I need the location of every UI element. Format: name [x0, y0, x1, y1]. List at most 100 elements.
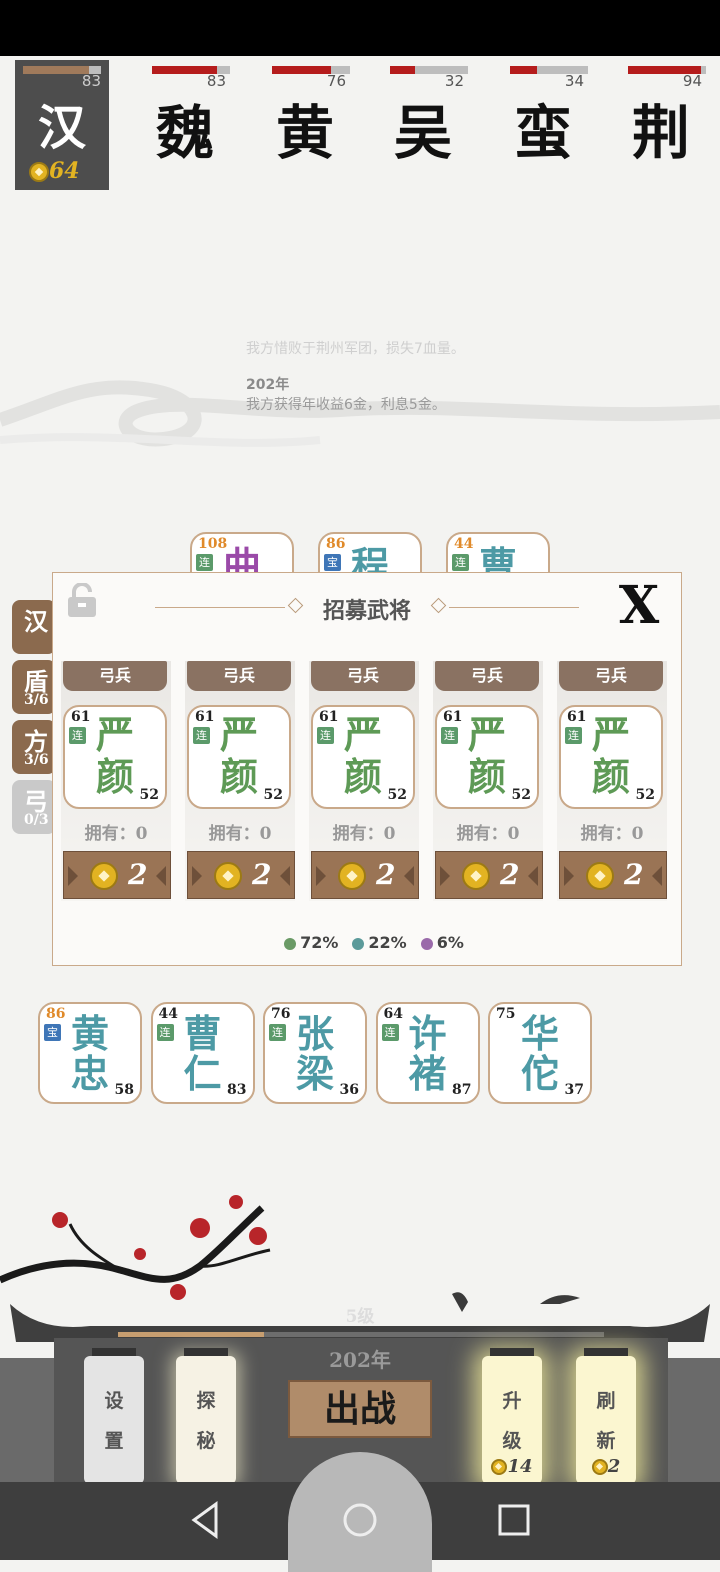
- refresh-button[interactable]: 刷 新 2: [576, 1348, 636, 1492]
- faction-hp-fill: [510, 66, 537, 74]
- roster-card[interactable]: 64 连许褚 87: [375, 1002, 480, 1104]
- general-name-char-1: 华: [520, 1011, 559, 1056]
- recruit-slot: 弓兵 61 连严颜 52 拥有：0 2: [557, 661, 667, 901]
- roster-card[interactable]: 86 宝黄忠 58: [38, 1002, 142, 1104]
- faction-0[interactable]: 83 汉 64: [15, 60, 109, 190]
- faction-1[interactable]: 83 魏: [130, 60, 240, 190]
- general-card[interactable]: 61 连严颜 52: [187, 705, 291, 809]
- coin-icon: [214, 862, 242, 890]
- coin-icon: [591, 1459, 608, 1475]
- faction-name: 魏: [155, 99, 214, 167]
- coin-icon: [462, 862, 490, 890]
- coin-icon: [491, 1459, 508, 1475]
- unit-type-ribbon: 弓兵: [559, 661, 663, 691]
- buy-button[interactable]: 2: [559, 851, 667, 899]
- buy-button[interactable]: 2: [63, 851, 171, 899]
- side-tab-0[interactable]: 汉: [12, 600, 56, 654]
- faction-name: 汉: [37, 100, 86, 156]
- faction-5[interactable]: 94 荆: [606, 60, 716, 190]
- recruit-dialog: 招募武将 X 弓兵 61 连严颜 52 拥有：0 2 弓兵 61 连严颜 52 拥有：0 2 弓兵 61 连…: [52, 572, 682, 966]
- rarity-probabilities: 72% 22% 6%: [53, 933, 681, 952]
- general-power: 52: [387, 787, 407, 803]
- buy-button[interactable]: 2: [435, 851, 543, 899]
- rarity-percent: 72%: [300, 933, 339, 952]
- general-card[interactable]: 61 连严颜 52: [435, 705, 539, 809]
- general-name-char-1: 曹: [183, 1011, 222, 1056]
- side-tab-3[interactable]: 弓 0/3: [12, 780, 56, 834]
- explore-char-1: 探: [196, 1390, 216, 1412]
- owned-count: 拥有：0: [332, 824, 396, 844]
- refresh-cost: 2: [576, 1456, 636, 1477]
- unit-type-ribbon: 弓兵: [311, 661, 415, 691]
- roster-card[interactable]: 75 华佗 37: [488, 1002, 592, 1104]
- side-tab-1[interactable]: 盾 3/6: [12, 660, 56, 714]
- recruit-slot: 弓兵 61 连严颜 52 拥有：0 2: [309, 661, 419, 901]
- fight-button[interactable]: 出战: [288, 1380, 432, 1438]
- coin-icon: [90, 862, 118, 890]
- side-tab-count: 3/6: [24, 752, 49, 768]
- buy-cost: 2: [624, 858, 644, 891]
- title-divider-right: [449, 607, 579, 608]
- roster-card[interactable]: 44 连曹仁 83: [150, 1002, 255, 1104]
- settings-button[interactable]: 设 置: [84, 1348, 144, 1492]
- refresh-char-1: 刷: [596, 1390, 616, 1412]
- faction-hp-fill: [272, 66, 332, 74]
- rarity-percent: 6%: [436, 933, 464, 952]
- owned-count: 拥有：0: [580, 824, 644, 844]
- back-icon[interactable]: [186, 1500, 226, 1540]
- faction-3[interactable]: 32 吴: [368, 60, 478, 190]
- general-card[interactable]: 61 连严颜 52: [63, 705, 167, 809]
- rarity-dot: [284, 937, 297, 950]
- roster-card[interactable]: 76 连张梁 36: [263, 1002, 367, 1104]
- close-icon[interactable]: X: [611, 579, 667, 633]
- ornament-left: [316, 866, 326, 886]
- buy-cost: 2: [128, 858, 148, 891]
- general-name-char-1: 严: [591, 712, 630, 757]
- recruit-slot: 弓兵 61 连严颜 52 拥有：0 2: [61, 661, 171, 901]
- general-name-char-1: 严: [467, 712, 506, 757]
- general-card[interactable]: 61 连严颜 52: [311, 705, 415, 809]
- buy-cost: 2: [500, 858, 520, 891]
- faction-hp-fill: [23, 66, 90, 74]
- faction-4[interactable]: 34 蛮: [488, 60, 598, 190]
- gold-value: 64: [49, 158, 80, 184]
- hall-wall-right: [668, 1358, 720, 1488]
- coin-icon: [338, 862, 366, 890]
- general-power: 36: [339, 1082, 359, 1098]
- explore-char-2: 秘: [196, 1430, 216, 1452]
- rarity-dot: [352, 937, 365, 950]
- owned-count: 拥有：0: [208, 824, 272, 844]
- buy-button[interactable]: 2: [187, 851, 295, 899]
- general-name-char-1: 张: [295, 1011, 334, 1056]
- general-name-char-1: 严: [219, 712, 258, 757]
- buy-button[interactable]: 2: [311, 851, 419, 899]
- side-tab-count: 3/6: [24, 692, 49, 708]
- faction-name: 荆: [631, 99, 690, 167]
- side-tab-2[interactable]: 方 3/6: [12, 720, 56, 774]
- upgrade-button[interactable]: 升 级 14: [482, 1348, 542, 1492]
- general-power: 52: [511, 787, 531, 803]
- ink-swirl-decoration: [0, 380, 720, 447]
- upgrade-char-1: 升: [502, 1390, 522, 1412]
- explore-button[interactable]: 探 秘: [176, 1348, 236, 1492]
- side-tab-count: 0/3: [24, 812, 49, 828]
- refresh-char-2: 新: [596, 1430, 616, 1452]
- faction-2[interactable]: 76 黄: [250, 60, 360, 190]
- refresh-cost-value: 2: [607, 1456, 621, 1477]
- unit-type-ribbon: 弓兵: [435, 661, 539, 691]
- owned-count: 拥有：0: [456, 824, 520, 844]
- ornament-left: [192, 866, 202, 886]
- upgrade-cost-value: 14: [507, 1456, 533, 1477]
- log-year: 202年: [246, 377, 290, 393]
- general-name-char-1: 黄: [70, 1011, 109, 1056]
- home-icon[interactable]: [340, 1500, 380, 1540]
- general-name-char-1: 严: [343, 712, 382, 757]
- recent-apps-icon[interactable]: [494, 1500, 534, 1540]
- ornament-right: [280, 866, 290, 886]
- faction-hp-fill: [390, 66, 415, 74]
- settings-char-2: 置: [104, 1430, 124, 1452]
- general-card[interactable]: 61 连严颜 52: [559, 705, 663, 809]
- faction-name: 黄: [275, 99, 334, 167]
- ornament-right: [156, 866, 166, 886]
- rarity-percent: 22%: [368, 933, 407, 952]
